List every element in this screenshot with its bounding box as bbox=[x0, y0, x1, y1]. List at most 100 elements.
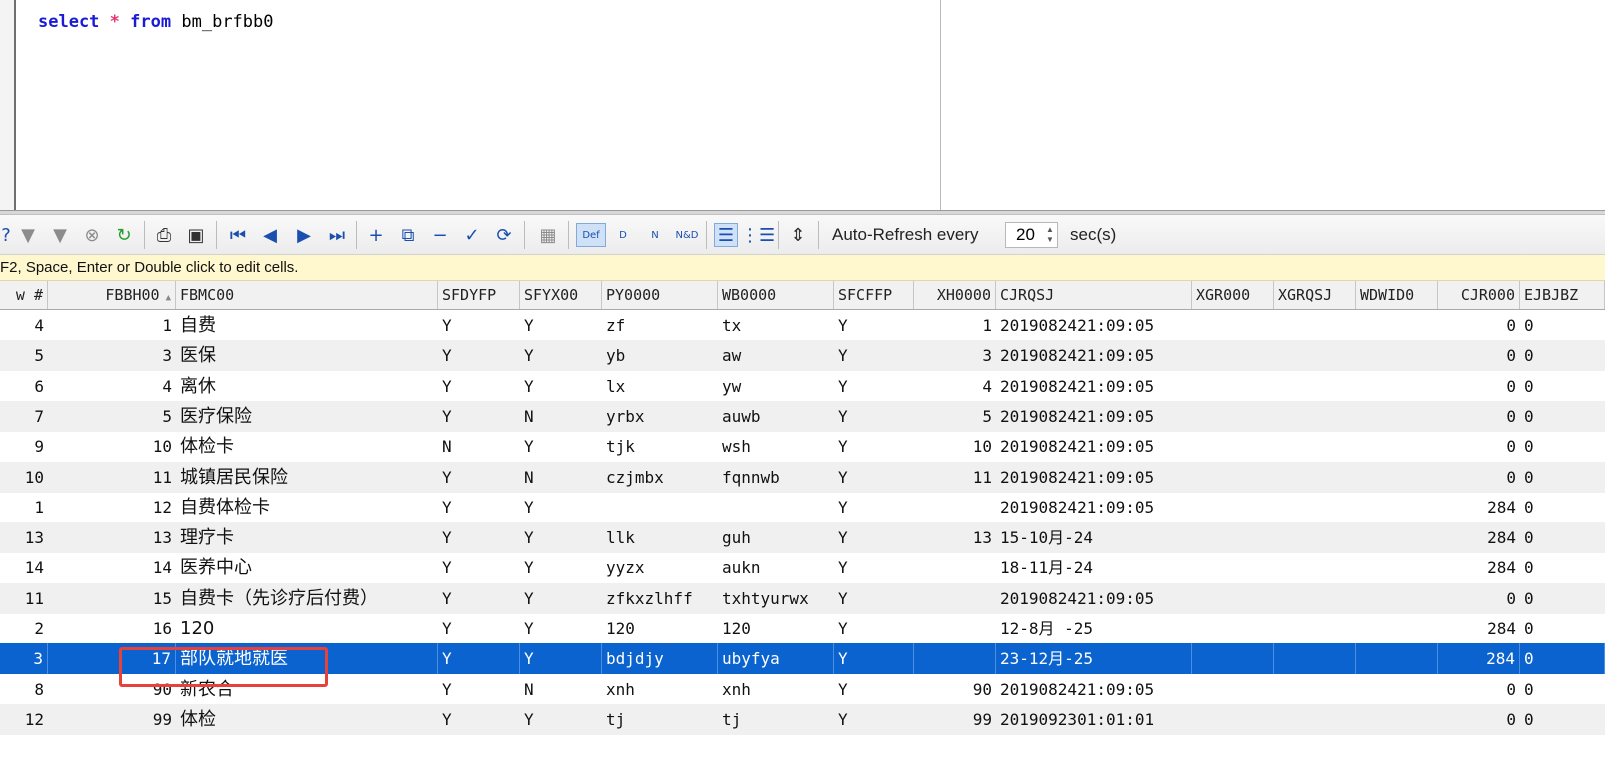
cell-xgr[interactable] bbox=[1192, 462, 1274, 493]
cell-fbmc[interactable]: 城镇居民保险 bbox=[176, 462, 438, 493]
last-record-icon[interactable]: ⏭ bbox=[325, 223, 349, 247]
cell-rownum[interactable]: 4 bbox=[0, 310, 48, 341]
cell-cjrqsj[interactable]: 2019082421:09:05 bbox=[996, 583, 1192, 614]
cell-wb[interactable]: ubyfya bbox=[718, 643, 834, 675]
insert-icon[interactable]: + bbox=[364, 223, 388, 247]
cell-fbbh[interactable]: 11 bbox=[48, 462, 176, 493]
cell-wdwid[interactable] bbox=[1356, 704, 1438, 735]
cell-rownum[interactable]: 8 bbox=[0, 674, 48, 705]
filter-icon[interactable]: ▼ bbox=[16, 223, 40, 247]
cell-ejbjbz[interactable]: 0 bbox=[1520, 613, 1605, 644]
cancel-icon[interactable]: ⊗ bbox=[80, 223, 104, 247]
cell-xgr[interactable] bbox=[1192, 643, 1274, 675]
cell-xgr[interactable] bbox=[1192, 492, 1274, 523]
cell-wdwid[interactable] bbox=[1356, 674, 1438, 705]
cell-py[interactable]: zfkxzlhff bbox=[602, 583, 718, 614]
cell-sfcffp[interactable]: Y bbox=[834, 462, 914, 493]
cell-py[interactable]: llk bbox=[602, 522, 718, 553]
cell-fbbh[interactable]: 12 bbox=[48, 492, 176, 523]
cell-xgr[interactable] bbox=[1192, 522, 1274, 553]
cell-rownum[interactable]: 6 bbox=[0, 371, 48, 402]
cell-sfcffp[interactable]: Y bbox=[834, 431, 914, 462]
column-header-fbbh00[interactable]: FBBH00 ▲ bbox=[48, 281, 176, 309]
cell-ejbjbz[interactable]: 0 bbox=[1520, 492, 1605, 523]
cell-sfdyfp[interactable]: Y bbox=[438, 340, 520, 371]
refresh-record-icon[interactable]: ⟳ bbox=[492, 223, 516, 247]
cell-sfcffp[interactable]: Y bbox=[834, 310, 914, 341]
cell-cjrqsj[interactable]: 18-11月-24 bbox=[996, 552, 1192, 583]
cell-wb[interactable]: yw bbox=[718, 371, 834, 402]
cell-sfyx[interactable]: Y bbox=[520, 522, 602, 553]
cell-wb[interactable]: fqnnwb bbox=[718, 462, 834, 493]
column-header-sfyx00[interactable]: SFYX00 bbox=[520, 281, 602, 309]
cell-ejbjbz[interactable]: 0 bbox=[1520, 431, 1605, 462]
cell-wdwid[interactable] bbox=[1356, 522, 1438, 553]
cell-sfdyfp[interactable]: Y bbox=[438, 552, 520, 583]
cell-sfdyfp[interactable]: Y bbox=[438, 492, 520, 523]
cell-xh[interactable] bbox=[914, 613, 996, 644]
prior-record-icon[interactable]: ◀ bbox=[258, 223, 282, 247]
cell-rownum[interactable]: 14 bbox=[0, 552, 48, 583]
cell-cjr[interactable]: 0 bbox=[1438, 340, 1520, 371]
cell-fbmc[interactable]: 体检 bbox=[176, 704, 438, 735]
cell-wb[interactable]: guh bbox=[718, 522, 834, 553]
cell-xgrqsj[interactable] bbox=[1274, 613, 1356, 644]
cell-fbmc[interactable]: 自费体检卡 bbox=[176, 492, 438, 523]
cell-sfyx[interactable]: Y bbox=[520, 643, 602, 675]
cell-ejbjbz[interactable]: 0 bbox=[1520, 371, 1605, 402]
cell-cjrqsj[interactable]: 2019082421:09:05 bbox=[996, 340, 1192, 371]
cell-sfdyfp[interactable]: Y bbox=[438, 371, 520, 402]
cell-fbmc[interactable]: 医疗保险 bbox=[176, 401, 438, 432]
clear-filter-icon[interactable]: ▼ bbox=[48, 223, 72, 247]
cell-xh[interactable]: 3 bbox=[914, 340, 996, 371]
cell-xh[interactable]: 5 bbox=[914, 401, 996, 432]
cell-wdwid[interactable] bbox=[1356, 310, 1438, 341]
duplicate-icon[interactable]: ⧉ bbox=[396, 223, 420, 247]
cell-sfcffp[interactable]: Y bbox=[834, 643, 914, 675]
cell-sfcffp[interactable]: Y bbox=[834, 613, 914, 644]
cell-fbmc[interactable]: 医养中心 bbox=[176, 552, 438, 583]
cell-wdwid[interactable] bbox=[1356, 613, 1438, 644]
cell-py[interactable]: tj bbox=[602, 704, 718, 735]
cell-xgrqsj[interactable] bbox=[1274, 310, 1356, 341]
cell-wdwid[interactable] bbox=[1356, 371, 1438, 402]
cell-wb[interactable]: wsh bbox=[718, 431, 834, 462]
cell-py[interactable]: yrbx bbox=[602, 401, 718, 432]
cell-sfyx[interactable]: N bbox=[520, 401, 602, 432]
cell-sfdyfp[interactable]: Y bbox=[438, 462, 520, 493]
cell-sfyx[interactable]: Y bbox=[520, 340, 602, 371]
cell-wdwid[interactable] bbox=[1356, 492, 1438, 523]
cell-rownum[interactable]: 3 bbox=[0, 643, 48, 675]
cell-wb[interactable]: 120 bbox=[718, 613, 834, 644]
d-view-icon[interactable]: D bbox=[608, 223, 638, 247]
cell-sfyx[interactable]: N bbox=[520, 674, 602, 705]
cell-wb[interactable]: tx bbox=[718, 310, 834, 341]
first-record-icon[interactable]: ⏮ bbox=[226, 223, 250, 247]
cell-cjr[interactable]: 0 bbox=[1438, 674, 1520, 705]
table-row[interactable]: 4 1 自费 Y Yzf tx Y 1 2019082421:09:05 0 0 bbox=[0, 310, 1605, 341]
cell-ejbjbz[interactable]: 0 bbox=[1520, 674, 1605, 705]
column-header-cjr000[interactable]: CJR000 bbox=[1438, 281, 1520, 309]
cell-xgrqsj[interactable] bbox=[1274, 340, 1356, 371]
cell-cjrqsj[interactable]: 15-10月-24 bbox=[996, 522, 1192, 553]
cell-sfyx[interactable]: Y bbox=[520, 371, 602, 402]
cell-xgrqsj[interactable] bbox=[1274, 552, 1356, 583]
table-row[interactable]: 11 15 自费卡（先诊疗后付费） Y Yzfkxzlhff txhtyurwx Y 2019… bbox=[0, 582, 1605, 614]
cell-sfcffp[interactable]: Y bbox=[834, 371, 914, 402]
cell-xh[interactable]: 13 bbox=[914, 522, 996, 553]
table-row[interactable]: 14 14 医养中心 Y Yyyzx aukn Y 18-11月-24 284 0 bbox=[0, 552, 1605, 583]
column-header-w-[interactable]: w # bbox=[0, 281, 48, 309]
cell-xgrqsj[interactable] bbox=[1274, 674, 1356, 705]
cell-xgr[interactable] bbox=[1192, 340, 1274, 371]
cell-py[interactable]: bdjdjy bbox=[602, 643, 718, 675]
column-header-xgr000[interactable]: XGR000 bbox=[1192, 281, 1274, 309]
cell-wb[interactable]: xnh bbox=[718, 674, 834, 705]
save-icon[interactable]: ▣ bbox=[184, 223, 208, 247]
cell-fbbh[interactable]: 4 bbox=[48, 371, 176, 402]
post-icon[interactable]: ✓ bbox=[460, 223, 484, 247]
cell-sfyx[interactable]: Y bbox=[520, 552, 602, 583]
column-header-wdwid0[interactable]: WDWID0 bbox=[1356, 281, 1438, 309]
cell-sfdyfp[interactable]: Y bbox=[438, 522, 520, 553]
cell-sfcffp[interactable]: Y bbox=[834, 522, 914, 553]
cell-xgr[interactable] bbox=[1192, 401, 1274, 432]
